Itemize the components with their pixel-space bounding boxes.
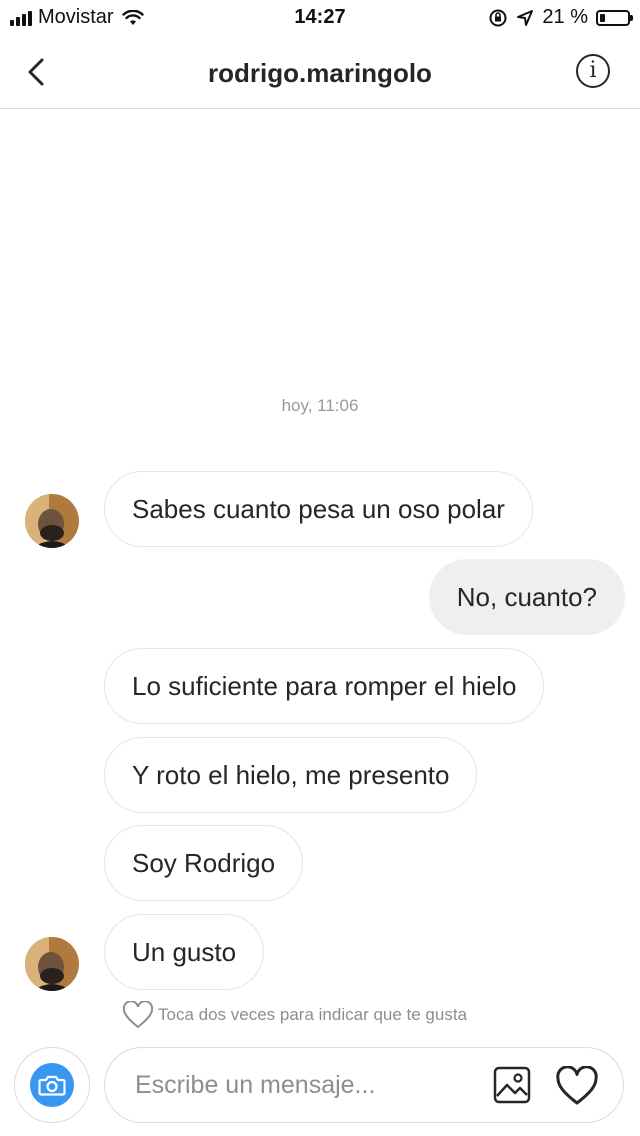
heart-outline-icon xyxy=(122,1001,154,1029)
location-arrow-icon xyxy=(517,9,534,26)
orientation-lock-icon xyxy=(489,9,507,26)
message-bubble[interactable]: Lo suficiente para romper el hielo xyxy=(104,648,545,724)
battery-icon xyxy=(596,9,633,26)
camera-icon[interactable] xyxy=(30,1063,74,1107)
heart-icon[interactable] xyxy=(555,1066,599,1106)
gallery-icon[interactable] xyxy=(493,1066,531,1104)
status-right: 21 % xyxy=(488,6,633,29)
message-bubble-outgoing[interactable]: No, cuanto? xyxy=(428,559,625,635)
message-bubble[interactable]: Y roto el hielo, me presento xyxy=(104,737,478,813)
message-input[interactable]: Escribe un mensaje... xyxy=(135,1048,375,1122)
message-bubble[interactable]: Un gusto xyxy=(104,914,265,990)
status-bar: Movistar 14:27 21 % xyxy=(0,0,640,36)
message-bubble[interactable]: Sabes cuanto pesa un oso polar xyxy=(104,471,533,547)
camera-button[interactable] xyxy=(14,1047,90,1123)
info-icon[interactable]: i xyxy=(576,54,610,88)
battery-percent: 21 % xyxy=(542,6,588,28)
avatar[interactable] xyxy=(25,937,79,991)
double-tap-like-hint: Toca dos veces para indicar que te gusta xyxy=(122,1001,467,1029)
chat-header: rodrigo.maringolo i xyxy=(0,36,640,109)
battery-level xyxy=(600,13,605,22)
avatar[interactable] xyxy=(25,494,79,548)
thread-timestamp: hoy, 11:06 xyxy=(281,396,359,415)
message-bubble[interactable]: Soy Rodrigo xyxy=(104,825,304,901)
conversation-title[interactable]: rodrigo.maringolo xyxy=(0,58,640,89)
like-hint-text: Toca dos veces para indicar que te gusta xyxy=(158,1005,468,1024)
message-composer[interactable]: Escribe un mensaje... xyxy=(104,1047,624,1123)
